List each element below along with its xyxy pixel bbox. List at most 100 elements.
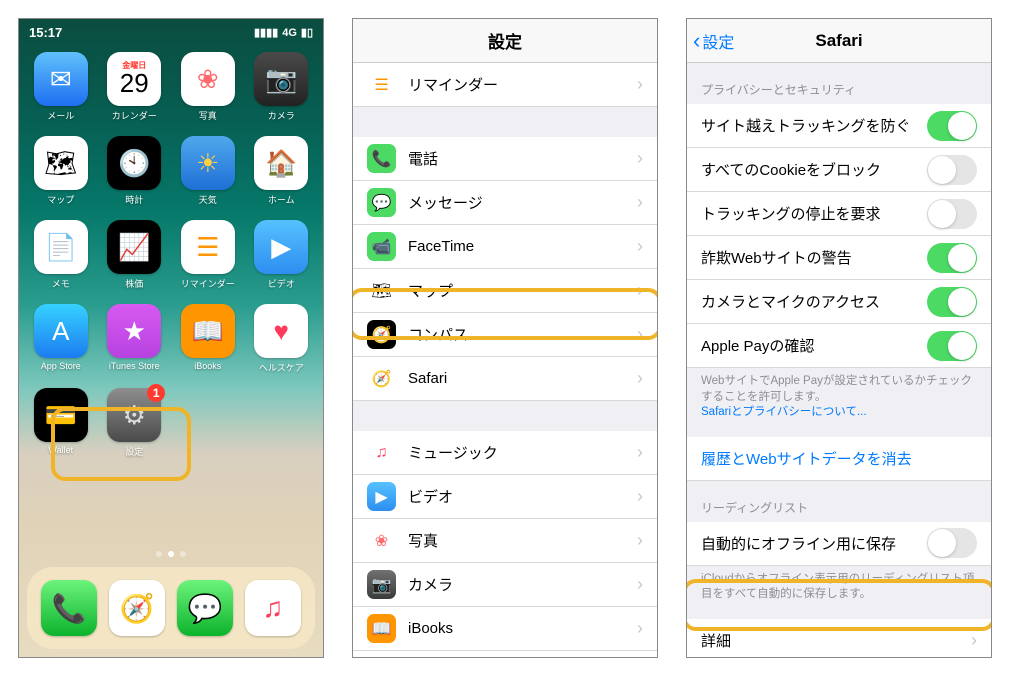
row-clear-history[interactable]: 履歴とWebサイトデータを消去: [687, 437, 991, 481]
row-label: ミュージック: [408, 442, 631, 463]
row-phone[interactable]: 📞電話›: [353, 137, 657, 181]
row-videos[interactable]: ▶ ビデオ ›: [353, 475, 657, 519]
row-label: ビデオ: [408, 486, 631, 507]
app-home[interactable]: 🏠ホーム: [248, 136, 316, 206]
chevron-right-icon: ›: [971, 630, 977, 651]
row-facetime-icon: 📹: [367, 232, 396, 261]
row-facetime[interactable]: 📹FaceTime›: [353, 225, 657, 269]
sw-apple-pay-switch[interactable]: [927, 331, 977, 361]
row-label: 履歴とWebサイトデータを消去: [701, 448, 977, 469]
app-label: ヘルスケア: [259, 361, 304, 374]
row-label: トラッキングの停止を要求: [701, 203, 927, 224]
app-photos-icon: ❀: [181, 52, 235, 106]
row-music-icon: ♫: [367, 438, 396, 467]
chevron-right-icon: ›: [637, 192, 643, 213]
sw-block-cookies-switch[interactable]: [927, 155, 977, 185]
app-settings[interactable]: ⚙1設定: [101, 388, 169, 458]
dock-music[interactable]: ♫: [245, 580, 301, 636]
dock-messages[interactable]: 💬: [177, 580, 233, 636]
row-podcast[interactable]: ◉Podcast›: [353, 651, 657, 657]
row-reminders[interactable]: ☰リマインダー›: [353, 63, 657, 107]
chevron-right-icon: ›: [637, 368, 643, 389]
row-ibooks[interactable]: 📖iBooks›: [353, 607, 657, 651]
row-messages[interactable]: 💬メッセージ›: [353, 181, 657, 225]
app-stocks[interactable]: 📈株価: [101, 220, 169, 290]
row-label: コンパス: [408, 324, 631, 345]
network-label: 4G: [282, 27, 297, 39]
page-indicator[interactable]: [19, 551, 323, 557]
time: 15:17: [29, 25, 62, 40]
app-label: カレンダー: [112, 109, 157, 122]
navbar-title: Safari: [815, 31, 862, 51]
navbar: ‹ 設定 Safari: [687, 19, 991, 63]
app-mail[interactable]: ✉︎メール: [27, 52, 95, 122]
app-home-icon: 🏠: [254, 136, 308, 190]
app-settings-icon: ⚙1: [107, 388, 161, 442]
app-label: カメラ: [268, 109, 295, 122]
battery-icon: ▮▯: [301, 26, 313, 39]
row-camera[interactable]: 📷カメラ›: [353, 563, 657, 607]
sw-fraud-warn-switch[interactable]: [927, 243, 977, 273]
app-notes[interactable]: 📄メモ: [27, 220, 95, 290]
row-videos-icon: ▶: [367, 482, 396, 511]
row-label: FaceTime: [408, 238, 631, 255]
row-camera-icon: 📷: [367, 570, 396, 599]
chevron-right-icon: ›: [637, 574, 643, 595]
privacy-link[interactable]: Safariとプライバシーについて...: [701, 406, 867, 418]
row-maps[interactable]: 🗺マップ›: [353, 269, 657, 313]
row-label: Apple Payの確認: [701, 335, 927, 356]
back-button[interactable]: ‹ 設定: [693, 28, 734, 54]
sw-cam-mic-switch[interactable]: [927, 287, 977, 317]
dock-safari[interactable]: 🧭: [109, 580, 165, 636]
chevron-left-icon: ‹: [693, 28, 700, 54]
app-health-icon: ♥: [254, 304, 308, 358]
row-detail[interactable]: 詳細›: [687, 619, 991, 657]
chevron-right-icon: ›: [637, 486, 643, 507]
app-appstore-icon: A: [34, 304, 88, 358]
app-reminders-icon: ☰: [181, 220, 235, 274]
app-maps-icon: 🗺: [34, 136, 88, 190]
chevron-right-icon: ›: [637, 74, 643, 95]
app-calendar-icon: 金曜日29: [107, 52, 161, 106]
sw-do-not-track: トラッキングの停止を要求: [687, 192, 991, 236]
app-label: 株価: [125, 277, 143, 290]
row-label: カメラとマイクのアクセス: [701, 291, 927, 312]
sw-cross-track-switch[interactable]: [927, 111, 977, 141]
row-photos[interactable]: ❀写真›: [353, 519, 657, 563]
app-videos[interactable]: ▶ビデオ: [248, 220, 316, 290]
app-calendar[interactable]: 金曜日29 カレンダー: [101, 52, 169, 122]
app-wallet[interactable]: 💳Wallet: [27, 388, 95, 458]
row-label: Safari: [408, 370, 631, 387]
row-label: iBooks: [408, 620, 631, 637]
dock-phone[interactable]: 📞: [41, 580, 97, 636]
row-compass[interactable]: 🧭コンパス›: [353, 313, 657, 357]
app-health[interactable]: ♥ ヘルスケア: [248, 304, 316, 374]
badge: 1: [147, 384, 165, 402]
app-photos[interactable]: ❀写真: [174, 52, 242, 122]
app-label: Wallet: [48, 445, 73, 455]
row-music[interactable]: ♫ミュージック›: [353, 431, 657, 475]
dock: 📞🧭💬♫: [27, 567, 315, 649]
app-mail-icon: ✉︎: [34, 52, 88, 106]
row-maps-icon: 🗺: [367, 276, 396, 305]
sw-offline-switch[interactable]: [927, 528, 977, 558]
row-phone-icon: 📞: [367, 144, 396, 173]
sw-offline: 自動的にオフライン用に保存: [687, 522, 991, 566]
app-maps[interactable]: 🗺マップ: [27, 136, 95, 206]
sw-do-not-track-switch[interactable]: [927, 199, 977, 229]
app-camera[interactable]: 📷カメラ: [248, 52, 316, 122]
app-itunes[interactable]: ★iTunes Store: [101, 304, 169, 374]
home-screen: 15:17 ▮▮▮▮ 4G ▮▯ ✉︎メール金曜日29カレンダー❀写真📷カメラ🗺…: [18, 18, 324, 658]
app-label: iTunes Store: [109, 361, 160, 371]
app-ibooks-icon: 📖: [181, 304, 235, 358]
app-ibooks[interactable]: 📖iBooks: [174, 304, 242, 374]
app-weather[interactable]: ☀天気: [174, 136, 242, 206]
app-appstore[interactable]: AApp Store: [27, 304, 95, 374]
chevron-right-icon: ›: [637, 324, 643, 345]
sw-fraud-warn: 詐欺Webサイトの警告: [687, 236, 991, 280]
row-safari[interactable]: 🧭Safari›: [353, 357, 657, 401]
app-clock[interactable]: 🕙時計: [101, 136, 169, 206]
row-label: 自動的にオフライン用に保存: [701, 533, 927, 554]
row-label: 写真: [408, 530, 631, 551]
app-reminders[interactable]: ☰リマインダー: [174, 220, 242, 290]
